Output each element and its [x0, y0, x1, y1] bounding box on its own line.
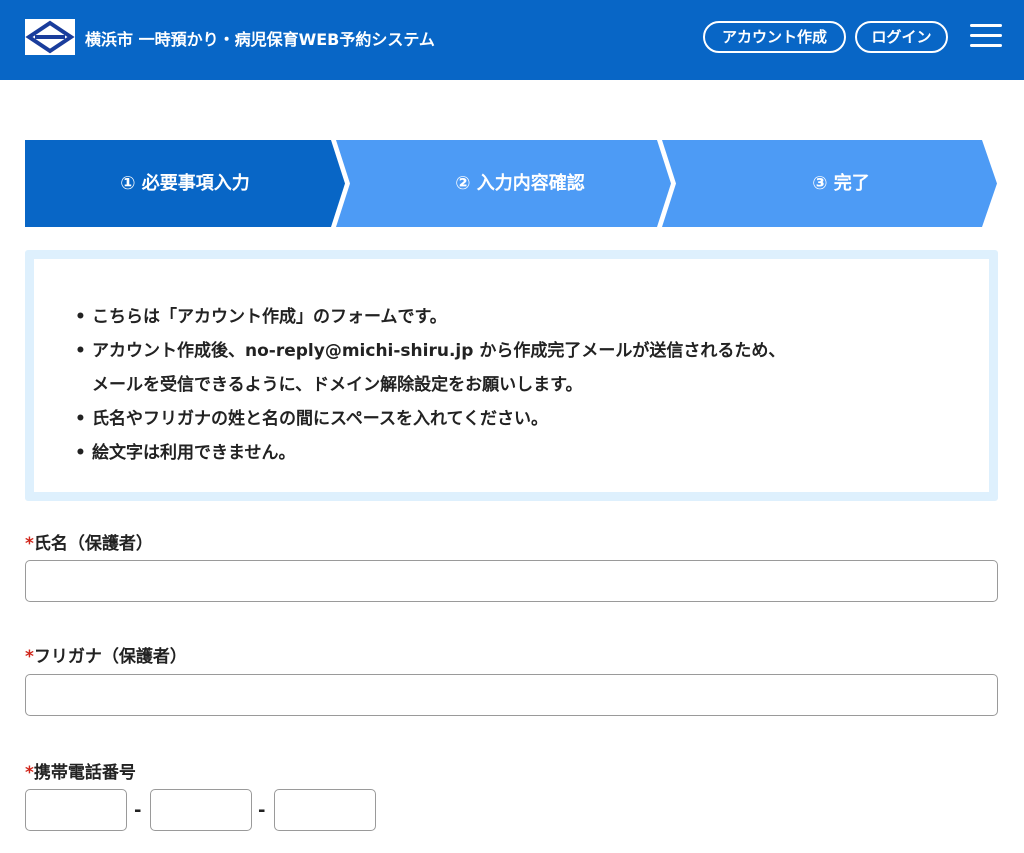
login-button[interactable]: ログイン	[855, 21, 948, 53]
notice-item-continuation: メールを受信できるように、ドメイン解除設定をお願いします。	[92, 375, 583, 395]
notice-box: • こちらは「アカウント作成」のフォームです。 • アカウント作成後、no-re…	[25, 250, 998, 501]
required-mark: *	[25, 763, 34, 783]
notice-item: • 絵文字は利用できません。	[75, 436, 785, 470]
notice-item: • 氏名やフリガナの姓と名の間にスペースを入れてください。	[75, 402, 785, 436]
hamburger-menu-icon[interactable]	[970, 24, 1002, 52]
furigana-label-text: フリガナ（保護者）	[33, 647, 187, 667]
bullet-icon: •	[75, 341, 86, 361]
notice-item: • こちらは「アカウント作成」のフォームです。	[75, 300, 785, 334]
notice-item: • アカウント作成後、no-reply@michi-shiru.jp から作成完…	[75, 334, 785, 402]
phone-part-2-input[interactable]	[150, 789, 252, 831]
required-mark: *	[25, 534, 34, 554]
phone-separator: -	[134, 800, 142, 821]
bullet-icon: •	[75, 409, 86, 429]
step-2-label: ② 入力内容確認	[455, 173, 585, 194]
phone-label-text: 携帯電話番号	[33, 763, 136, 783]
bullet-icon: •	[75, 443, 86, 463]
required-mark: *	[25, 647, 34, 667]
notice-item-text: こちらは「アカウント作成」のフォームです。	[92, 307, 447, 327]
site-header: 横浜市 一時預かり・病児保育WEB予約システム アカウント作成 ログイン	[0, 0, 1024, 80]
phone-part-1-input[interactable]	[25, 789, 127, 831]
notice-item-text: アカウント作成後、no-reply@michi-shiru.jp から作成完了メ…	[92, 341, 786, 361]
notice-list: • こちらは「アカウント作成」のフォームです。 • アカウント作成後、no-re…	[75, 300, 785, 470]
site-title[interactable]: 横浜市 一時預かり・病児保育WEB予約システム	[85, 26, 435, 54]
notice-item-text: 絵文字は利用できません。	[92, 443, 296, 463]
step-3-label: ③ 完了	[812, 173, 870, 194]
phone-part-3-input[interactable]	[274, 789, 376, 831]
phone-field-label: *携帯電話番号	[25, 759, 136, 787]
furigana-input[interactable]	[25, 674, 998, 716]
bullet-icon: •	[75, 307, 86, 327]
phone-separator: -	[258, 800, 266, 821]
progress-steps: ① 必要事項入力 ② 入力内容確認 ③ 完了	[25, 140, 997, 227]
notice-item-text: 氏名やフリガナの姓と名の間にスペースを入れてください。	[92, 409, 548, 429]
name-label-text: 氏名（保護者）	[33, 534, 153, 554]
furigana-field-label: *フリガナ（保護者）	[25, 643, 187, 671]
create-account-button[interactable]: アカウント作成	[703, 21, 846, 53]
yokohama-city-logo[interactable]	[25, 19, 75, 55]
name-input[interactable]	[25, 560, 998, 602]
name-field-label: *氏名（保護者）	[25, 530, 153, 558]
step-1-label: ① 必要事項入力	[120, 173, 250, 194]
